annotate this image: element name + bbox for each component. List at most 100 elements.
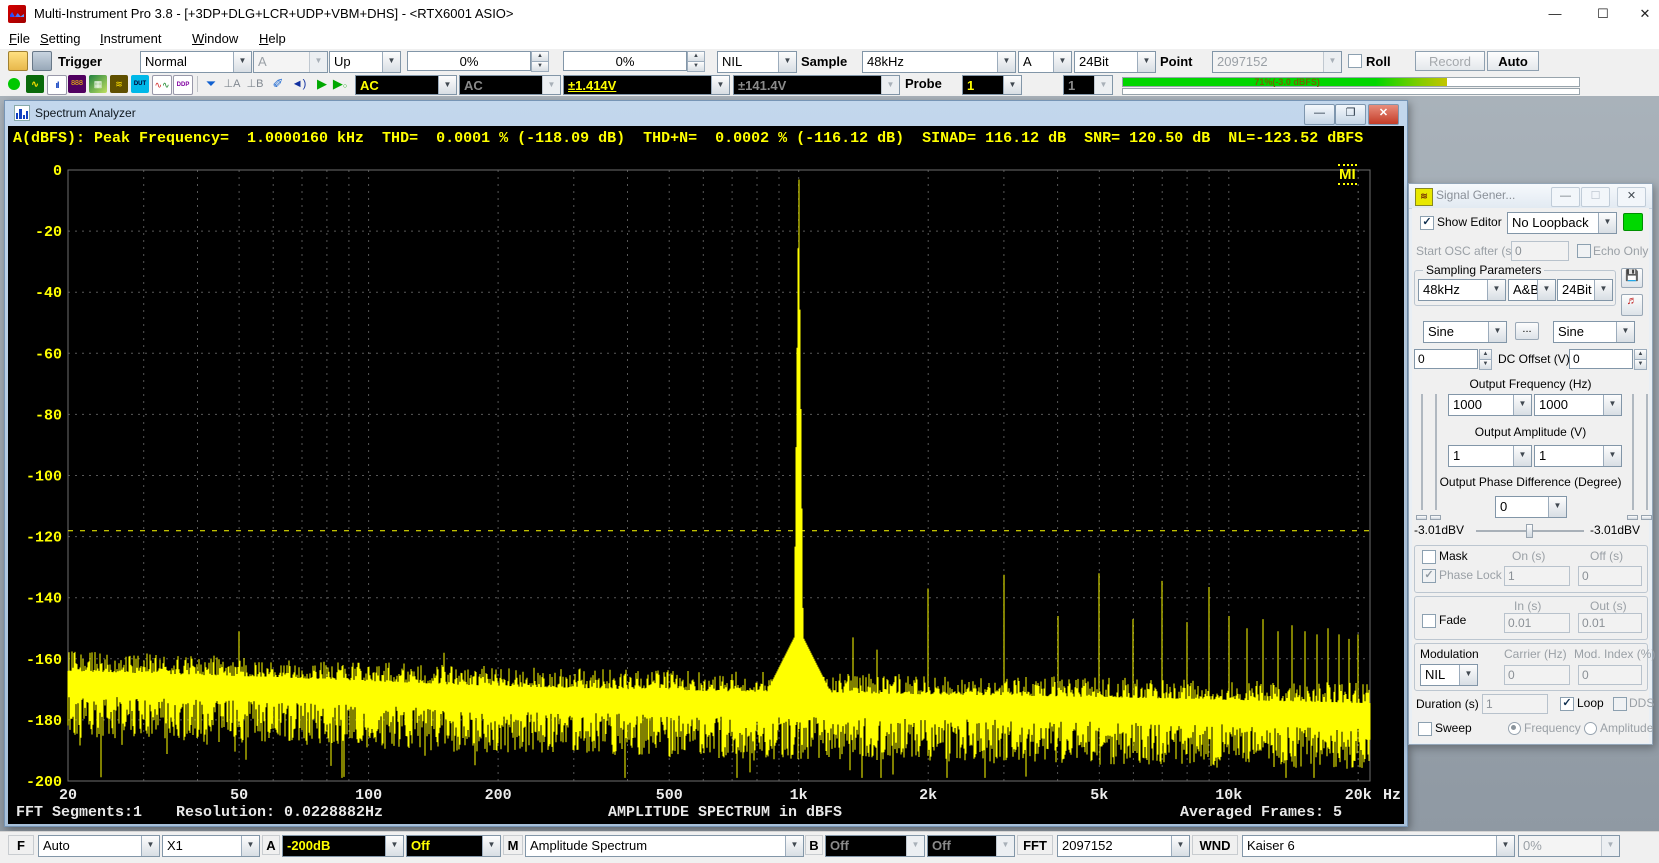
data-logger-icon[interactable]: ∿∿ <box>152 75 172 95</box>
dut-icon[interactable]: DUT <box>131 75 149 93</box>
chevron-down-icon[interactable]: ▼ <box>1603 446 1621 466</box>
chevron-down-icon[interactable]: ▼ <box>233 52 251 72</box>
restore-icon[interactable]: ❐ <box>1335 104 1366 125</box>
minimize-icon[interactable]: — <box>1304 104 1335 125</box>
sample-channel-combo[interactable]: A▼ <box>1018 51 1072 73</box>
wave-b-combo[interactable]: Sine▼ <box>1553 321 1635 343</box>
phase-combo[interactable]: 0▼ <box>1495 496 1567 518</box>
chevron-down-icon[interactable]: ▼ <box>1513 446 1531 466</box>
loopback-combo[interactable]: No Loopback▼ <box>1507 212 1617 234</box>
mask-checkbox[interactable] <box>1422 550 1436 564</box>
probe-calibration-icon[interactable]: ✐ <box>269 75 287 93</box>
minimize-icon[interactable]: — <box>1551 187 1580 207</box>
chevron-down-icon[interactable]: ▼ <box>1496 836 1514 856</box>
multimeter-icon[interactable]: 888 <box>68 75 86 93</box>
trigger-delay-spinner[interactable]: ▲▼ <box>687 51 705 71</box>
amp-b-combo[interactable]: 1▼ <box>1534 445 1622 467</box>
freq-slider-a-right[interactable] <box>1430 394 1441 520</box>
play-icon[interactable]: ▶ <box>313 75 331 93</box>
speaker-icon[interactable]: ◄) <box>290 75 308 93</box>
duration-field[interactable]: 1 <box>1482 694 1548 714</box>
spin-down-icon[interactable]: ▼ <box>1479 359 1492 370</box>
auto-button[interactable]: Auto <box>1487 51 1539 71</box>
filter-icon[interactable]: ⏷ <box>202 75 220 93</box>
wave-more-button[interactable]: ... <box>1515 322 1539 340</box>
chevron-down-icon[interactable]: ▼ <box>1598 213 1616 233</box>
chevron-down-icon[interactable]: ▼ <box>1548 497 1566 517</box>
menu-help[interactable]: Help <box>255 30 290 47</box>
show-editor-checkbox[interactable] <box>1420 216 1434 230</box>
trigger-level-spinner[interactable]: ▲▼ <box>531 51 549 71</box>
wave-a-combo[interactable]: Sine▼ <box>1423 321 1507 343</box>
menu-setting[interactable]: Setting <box>36 30 84 47</box>
freq-slider-b-right[interactable] <box>1641 394 1652 520</box>
chevron-down-icon[interactable]: ▼ <box>1513 395 1531 415</box>
trigger-edge-combo[interactable]: Up▼ <box>329 51 401 73</box>
dc-offset-a-spinner[interactable]: ▲▼ <box>1479 349 1492 369</box>
chevron-down-icon[interactable]: ▼ <box>241 836 259 856</box>
minimize-icon[interactable]: — <box>1540 5 1570 23</box>
modulation-combo[interactable]: NIL▼ <box>1420 664 1478 686</box>
chevron-down-icon[interactable]: ▼ <box>1603 395 1621 415</box>
signal-generator-titlebar[interactable]: ≋ Signal Gener... — ☐ ✕ <box>1409 184 1652 209</box>
dc-offset-b-spinner[interactable]: ▲▼ <box>1634 349 1647 369</box>
sample-rate-combo[interactable]: 48kHz▼ <box>862 51 1016 73</box>
balance-slider-thumb[interactable] <box>1526 524 1533 538</box>
loop-checkbox[interactable] <box>1560 697 1574 711</box>
chevron-down-icon[interactable]: ▼ <box>711 76 729 94</box>
chevron-down-icon[interactable]: ▼ <box>482 836 500 856</box>
trigger-level-field[interactable]: 0% <box>407 51 531 71</box>
chevron-down-icon[interactable]: ▼ <box>385 836 403 856</box>
spin-down-icon[interactable]: ▼ <box>687 61 705 72</box>
mode-combo[interactable]: Amplitude Spectrum▼ <box>525 835 804 857</box>
music-note-button[interactable]: ♬ <box>1621 294 1643 316</box>
trigger-delay-field[interactable]: 0% <box>563 51 687 71</box>
run-icon[interactable] <box>5 75 23 93</box>
chevron-down-icon[interactable]: ▼ <box>1537 280 1555 300</box>
range-a-combo[interactable]: ±1.414V▼ <box>563 75 730 95</box>
dc-offset-b-field[interactable]: 0 <box>1569 349 1633 369</box>
freq-a-combo[interactable]: 1000▼ <box>1448 394 1532 416</box>
chevron-down-icon[interactable]: ▼ <box>1594 280 1612 300</box>
chevron-down-icon[interactable]: ▼ <box>1137 52 1155 72</box>
spectrum-window-titlebar[interactable]: Spectrum Analyzer — ❐ ✕ <box>5 101 1407 126</box>
chevron-down-icon[interactable]: ▼ <box>785 836 803 856</box>
trigger-mode-combo[interactable]: Normal▼ <box>140 51 252 73</box>
a-range-combo[interactable]: -200dB▼ <box>282 835 404 857</box>
open-file-icon[interactable] <box>8 51 28 71</box>
chevron-down-icon[interactable]: ▼ <box>1003 76 1021 94</box>
dc-offset-a-field[interactable]: 0 <box>1414 349 1478 369</box>
sweep-checkbox[interactable] <box>1418 722 1432 736</box>
spin-down-icon[interactable]: ▼ <box>1634 359 1647 370</box>
a-ref-combo[interactable]: Off▼ <box>406 835 501 857</box>
freq-axis-combo[interactable]: Auto▼ <box>38 835 160 857</box>
chevron-down-icon[interactable]: ▼ <box>1616 322 1634 342</box>
maximize-icon[interactable]: ☐ <box>1588 5 1618 23</box>
close-icon[interactable]: ✕ <box>1630 5 1659 23</box>
x-multiplier-combo[interactable]: X1▼ <box>162 835 260 857</box>
gen-channels-combo[interactable]: A&B▼ <box>1508 279 1556 301</box>
play-loop-icon[interactable]: ▶○ <box>331 75 349 93</box>
signal-generator-icon[interactable]: ≋ <box>110 75 128 93</box>
coupling-a-combo[interactable]: AC▼ <box>355 75 457 95</box>
freq-slider-a-left[interactable] <box>1416 394 1427 520</box>
oscilloscope-icon[interactable]: ∿ <box>26 75 44 93</box>
fft-size-combo[interactable]: 2097152▼ <box>1057 835 1190 857</box>
chevron-down-icon[interactable]: ▼ <box>1488 322 1506 342</box>
chevron-down-icon[interactable]: ▼ <box>438 76 456 94</box>
amp-a-combo[interactable]: 1▼ <box>1448 445 1532 467</box>
spectrum-chart[interactable]: 0-20-40-60-80-100-120-140-160-180-200205… <box>8 126 1404 824</box>
chevron-down-icon[interactable]: ▼ <box>1487 280 1505 300</box>
gen-sample-rate-combo[interactable]: 48kHz▼ <box>1418 279 1506 301</box>
save-signal-button[interactable]: 💾 <box>1621 268 1643 288</box>
spectrum-analyzer-icon[interactable]: ıl <box>47 75 67 95</box>
freq-slider-b-left[interactable] <box>1627 394 1638 520</box>
chevron-down-icon[interactable]: ▼ <box>1459 665 1477 685</box>
fade-checkbox[interactable] <box>1422 614 1436 628</box>
freq-b-combo[interactable]: 1000▼ <box>1534 394 1622 416</box>
chevron-down-icon[interactable]: ▼ <box>778 52 796 72</box>
window-function-combo[interactable]: Kaiser 6▼ <box>1242 835 1515 857</box>
ddp-viewer-icon[interactable]: DDP <box>173 75 193 95</box>
menu-instrument[interactable]: Instrument <box>96 30 165 47</box>
chevron-down-icon[interactable]: ▼ <box>997 52 1015 72</box>
